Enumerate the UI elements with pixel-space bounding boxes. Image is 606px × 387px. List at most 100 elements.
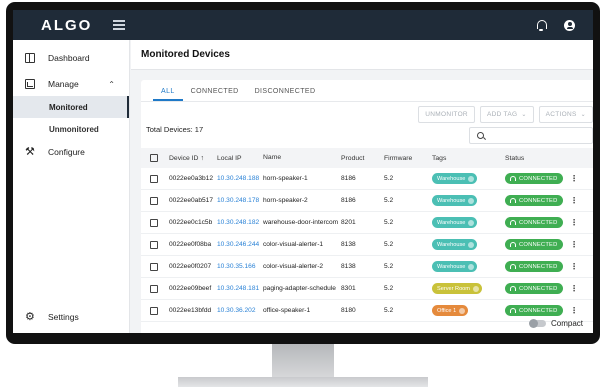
algo-logo: ALGO	[41, 16, 93, 34]
tag-chip[interactable]: Server Room	[432, 283, 482, 294]
local-ip-link[interactable]: 10.30.248.182	[217, 219, 263, 226]
header-device-id[interactable]: Device ID ↑	[169, 155, 217, 162]
more-options-icon[interactable]: ⋮	[569, 174, 579, 183]
row-checkbox[interactable]	[150, 306, 158, 315]
local-ip-link[interactable]: 10.30.248.181	[217, 285, 263, 292]
firmware-cell: 5.2	[384, 241, 394, 248]
tag-chip[interactable]: Warehouse	[432, 173, 478, 184]
local-ip-link[interactable]: 10.30.35.166	[217, 263, 263, 270]
product-cell: 8201	[341, 219, 356, 226]
device-id-cell: 0022ee13bfdd	[169, 307, 212, 314]
name-cell: office-speaker-1	[263, 306, 311, 314]
row-checkbox[interactable]	[150, 174, 158, 183]
remove-tag-icon[interactable]	[468, 241, 475, 248]
device-id-cell: 0022ee0a3b12	[169, 175, 214, 182]
tag-chip[interactable]: Warehouse	[432, 195, 478, 206]
tab-connected[interactable]: CONNECTED	[183, 88, 247, 101]
row-checkbox[interactable]	[150, 284, 158, 293]
tab-all[interactable]: ALL	[153, 88, 183, 101]
tag-chip[interactable]: Office 1	[432, 305, 469, 316]
account-icon[interactable]	[564, 19, 575, 31]
remove-tag-icon[interactable]	[468, 197, 475, 204]
status-badge: CONNECTED	[505, 217, 563, 228]
local-ip-link[interactable]: 10.30.36.202	[217, 307, 263, 314]
product-cell: 8186	[341, 175, 356, 182]
firmware-cell: 5.2	[384, 307, 394, 314]
more-options-icon[interactable]: ⋮	[569, 240, 579, 249]
header-status[interactable]: Status	[505, 155, 569, 162]
sidebar-item-manage[interactable]: Manage ⌃	[13, 72, 129, 96]
remove-tag-icon[interactable]	[459, 307, 466, 314]
toggle-switch[interactable]	[528, 318, 546, 328]
header-firmware[interactable]: Firmware	[384, 155, 432, 162]
remove-tag-icon[interactable]	[468, 175, 475, 182]
sidebar-item-settings[interactable]: ⚙ Settings	[13, 305, 129, 329]
tag-chip[interactable]: Warehouse	[432, 217, 478, 228]
row-checkbox[interactable]	[150, 240, 158, 249]
status-badge: CONNECTED	[505, 173, 563, 184]
remove-tag-icon[interactable]	[468, 219, 475, 226]
table-row[interactable]: 0022ee0c1c5b 10.30.248.182 warehouse-door-…	[141, 212, 593, 234]
row-checkbox[interactable]	[150, 262, 158, 271]
device-id-cell: 0022ee0f08ba	[169, 241, 212, 248]
actions-button[interactable]: ACTIONS ⌄	[538, 106, 593, 123]
compact-toggle[interactable]: Compact	[528, 318, 583, 328]
header-local-ip[interactable]: Local IP	[217, 155, 263, 162]
header-tags[interactable]: Tags	[432, 155, 505, 162]
header-name[interactable]: Name	[263, 154, 341, 162]
wifi-icon	[510, 198, 516, 203]
remove-tag-icon[interactable]	[468, 263, 475, 270]
sidebar-item-label: Manage	[48, 79, 79, 89]
table-row[interactable]: 0022ee0f0207 10.30.35.166 color-visual-ale…	[141, 256, 593, 278]
table-row[interactable]: 0022ee0ab517 10.30.248.178 horn-speaker-2 8…	[141, 190, 593, 212]
row-checkbox[interactable]	[150, 196, 158, 205]
table-row[interactable]: 0022ee0f08ba 10.30.246.244 color-visual-al…	[141, 234, 593, 256]
sidebar-item-dashboard[interactable]: Dashboard	[13, 46, 129, 70]
status-badge: CONNECTED	[505, 195, 563, 206]
table-row[interactable]: 0022ee09beef 10.30.248.181 paging-adapter-…	[141, 278, 593, 300]
top-bar: ALGO	[13, 10, 593, 40]
more-options-icon[interactable]: ⋮	[569, 306, 579, 315]
table-row[interactable]: 0022ee0a3b12 10.30.248.188 horn-speaker-1 8…	[141, 168, 593, 190]
more-options-icon[interactable]: ⋮	[569, 218, 579, 227]
sidebar-item-label: Configure	[48, 147, 85, 157]
firmware-cell: 5.2	[384, 263, 394, 270]
menu-icon[interactable]	[113, 20, 125, 30]
add-tag-button[interactable]: ADD TAG ⌄	[479, 106, 534, 123]
local-ip-link[interactable]: 10.30.248.188	[217, 175, 263, 182]
sidebar-item-label: Settings	[48, 312, 79, 322]
tab-disconnected[interactable]: DISCONNECTED	[247, 88, 324, 101]
local-ip-link[interactable]: 10.30.248.178	[217, 197, 263, 204]
name-cell: warehouse-door-intercom	[263, 218, 339, 226]
bell-icon[interactable]	[536, 20, 547, 31]
device-id-cell: 0022ee0c1c5b	[169, 219, 213, 226]
unmonitor-button[interactable]: UNMONITOR	[418, 106, 475, 123]
tag-chip[interactable]: Warehouse	[432, 261, 478, 272]
product-cell: 8301	[341, 285, 356, 292]
devices-card: ALL CONNECTED DISCONNECTED UNMONITOR ADD…	[141, 80, 593, 333]
actions-label: ACTIONS	[545, 111, 577, 118]
sidebar-item-unmonitored[interactable]: Unmonitored	[13, 118, 129, 140]
chevron-up-icon: ⌃	[108, 79, 115, 89]
page-title: Monitored Devices	[131, 40, 593, 70]
chevron-down-icon: ⌄	[521, 112, 527, 118]
header-product[interactable]: Product	[341, 155, 384, 162]
more-options-icon[interactable]: ⋮	[569, 196, 579, 205]
tools-icon: ⚒	[25, 146, 35, 158]
name-cell: horn-speaker-2	[263, 196, 308, 204]
monitor-stand-base	[178, 377, 428, 387]
sidebar-item-configure[interactable]: ⚒ Configure	[13, 140, 129, 164]
more-options-icon[interactable]: ⋮	[569, 262, 579, 271]
table-row[interactable]: 0022ee13bfdd 10.30.36.202 office-speaker-1…	[141, 300, 593, 322]
select-all-checkbox[interactable]	[150, 154, 158, 162]
tag-chip[interactable]: Warehouse	[432, 239, 478, 250]
remove-tag-icon[interactable]	[472, 285, 479, 292]
sidebar-item-monitored[interactable]: Monitored	[13, 96, 129, 118]
local-ip-link[interactable]: 10.30.246.244	[217, 241, 263, 248]
filter-tabs: ALL CONNECTED DISCONNECTED	[141, 80, 593, 102]
main-content: Monitored Devices ALL CONNECTED DISCONNE…	[131, 40, 593, 333]
search-input[interactable]	[469, 127, 593, 144]
row-checkbox[interactable]	[150, 218, 158, 227]
search-icon	[477, 132, 484, 139]
more-options-icon[interactable]: ⋮	[569, 284, 579, 293]
